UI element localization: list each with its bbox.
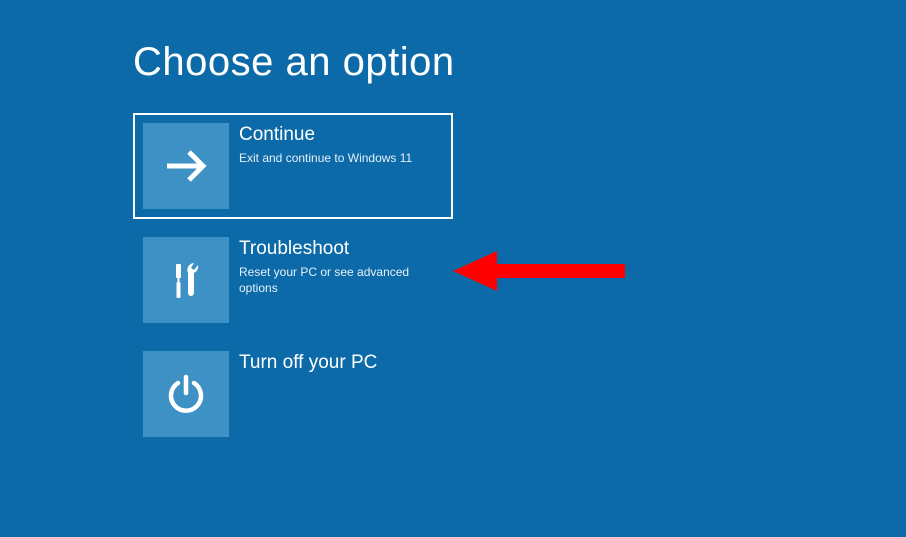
- turnoff-title: Turn off your PC: [239, 351, 377, 376]
- continue-text: Continue Exit and continue to Windows 11: [229, 123, 412, 166]
- troubleshoot-description: Reset your PC or see advanced options: [239, 264, 443, 296]
- continue-title: Continue: [239, 123, 412, 148]
- turnoff-option[interactable]: Turn off your PC: [133, 341, 453, 447]
- continue-option[interactable]: Continue Exit and continue to Windows 11: [133, 113, 453, 219]
- troubleshoot-text: Troubleshoot Reset your PC or see advanc…: [229, 237, 443, 296]
- troubleshoot-title: Troubleshoot: [239, 237, 443, 262]
- power-icon: [143, 351, 229, 437]
- continue-description: Exit and continue to Windows 11: [239, 150, 412, 166]
- turnoff-text: Turn off your PC: [229, 351, 377, 378]
- arrow-right-icon: [143, 123, 229, 209]
- tools-icon: [143, 237, 229, 323]
- page-title: Choose an option: [133, 40, 906, 85]
- winre-option-screen: Choose an option Continue Exit and conti…: [0, 0, 906, 447]
- troubleshoot-option[interactable]: Troubleshoot Reset your PC or see advanc…: [133, 227, 453, 333]
